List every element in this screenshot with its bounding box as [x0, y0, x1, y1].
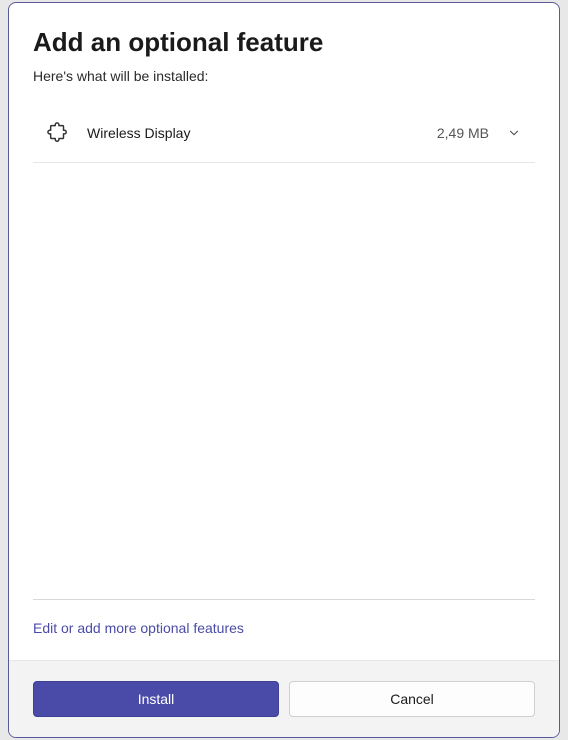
feature-name: Wireless Display: [87, 125, 437, 141]
dialog-title: Add an optional feature: [33, 27, 535, 58]
feature-size: 2,49 MB: [437, 125, 489, 141]
puzzle-piece-icon: [47, 122, 69, 144]
cancel-button[interactable]: Cancel: [289, 681, 535, 717]
feature-row[interactable]: Wireless Display 2,49 MB: [33, 104, 535, 163]
edit-features-link[interactable]: Edit or add more optional features: [33, 600, 535, 660]
chevron-down-icon: [507, 126, 521, 140]
add-feature-dialog: Add an optional feature Here's what will…: [8, 2, 560, 738]
install-button[interactable]: Install: [33, 681, 279, 717]
dialog-body: Add an optional feature Here's what will…: [9, 3, 559, 660]
feature-list: Wireless Display 2,49 MB: [33, 104, 535, 599]
dialog-footer: Install Cancel: [9, 660, 559, 737]
dialog-subtitle: Here's what will be installed:: [33, 68, 535, 84]
